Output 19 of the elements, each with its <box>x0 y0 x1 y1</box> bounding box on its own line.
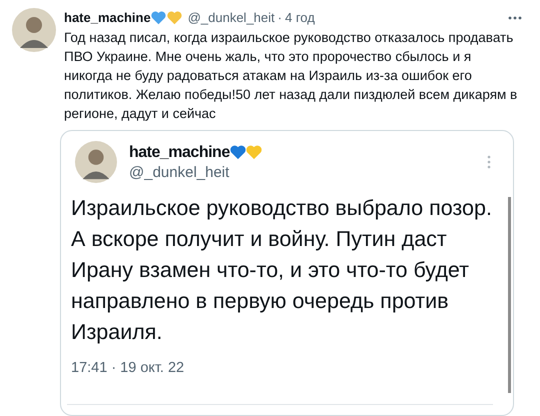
avatar-icon <box>75 141 117 183</box>
scrollbar[interactable] <box>508 197 511 393</box>
user-name: hate_machine <box>129 142 230 162</box>
quoted-card[interactable] <box>60 130 514 416</box>
more-icon[interactable] <box>508 16 522 20</box>
heart-icon <box>166 11 182 25</box>
heart-icon <box>246 145 262 160</box>
user-handle: @_dunkel_heit <box>129 162 230 182</box>
separator: · <box>278 9 282 27</box>
user-name[interactable]: hate_machine <box>64 9 151 27</box>
heart-icon <box>150 11 166 25</box>
user-handle[interactable]: @_dunkel_heit <box>188 9 275 27</box>
tweet-text: Год назад писал, когда израильское руководство отказалось продавать ПВО Украине. Мне очень жаль, что это пророчество сбылось и я никогда не буду радоваться атакам на Израиль из-за ошибок его политиков. Желаю победы!50 лет назад дали пиздюлей всем дикарям в регионе, дадут и сейчас <box>64 29 518 123</box>
post-time[interactable]: 4 год <box>284 9 315 27</box>
timestamp: 17:41 · 19 окт. 22 <box>70 359 186 378</box>
quoted-text: Израильское руководство выбрало позор. А вскоре получит и войну. Путин даст Ирану взамен что-то, и это что-то будет направлено в первую очередь против Израиля. <box>70 195 493 346</box>
avatar-icon[interactable] <box>12 8 56 52</box>
heart-icon <box>230 145 246 160</box>
more-icon <box>487 155 491 169</box>
